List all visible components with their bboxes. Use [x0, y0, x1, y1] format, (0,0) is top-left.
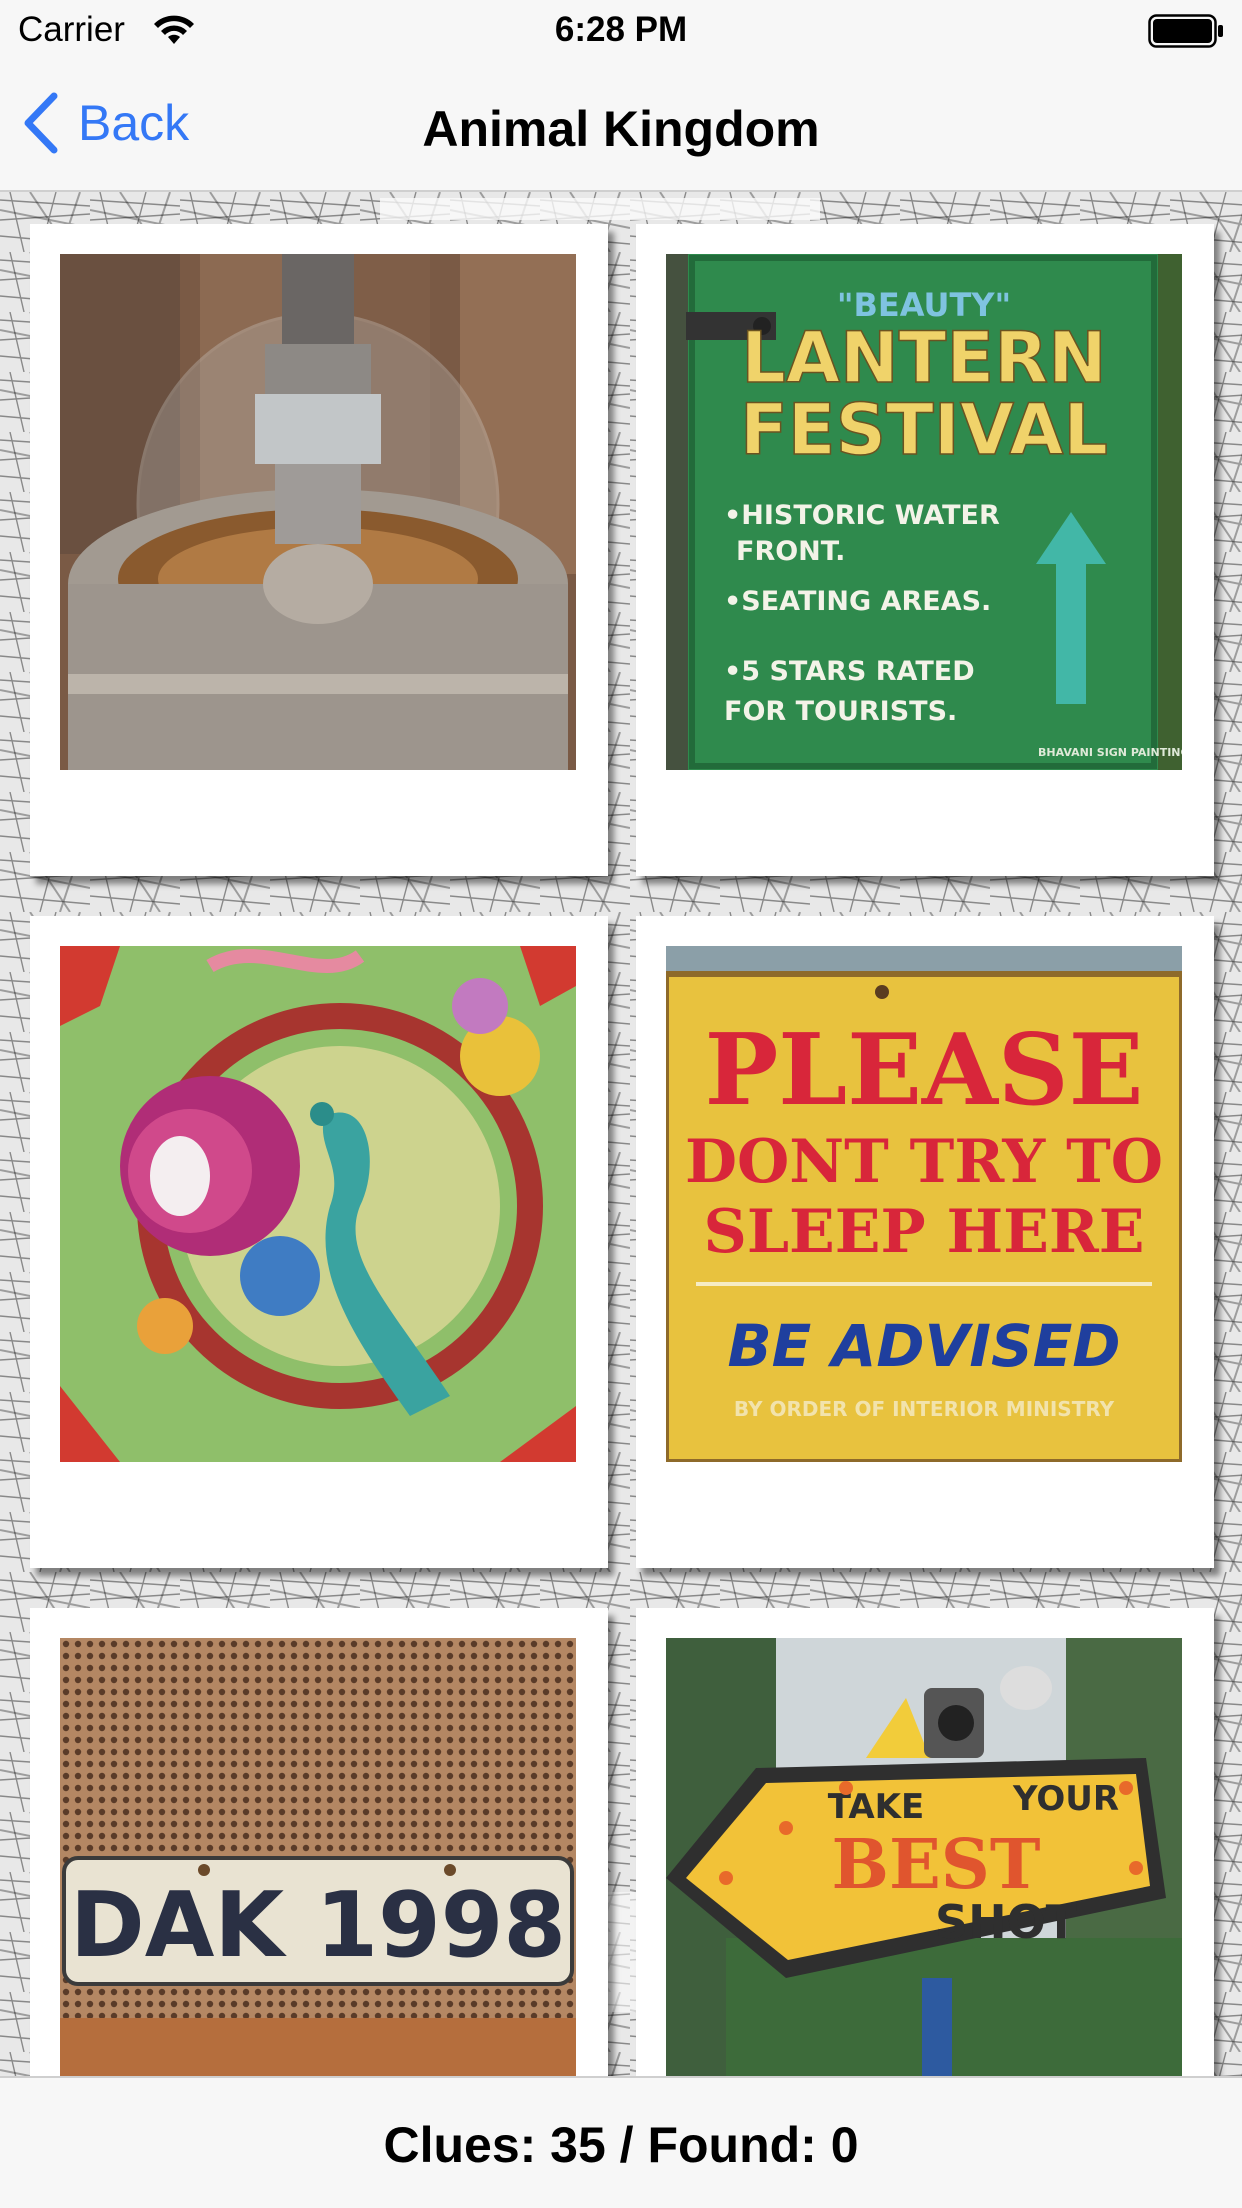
sign-text-shot: SHOT [935, 1895, 1078, 1949]
photo-card[interactable]: TAKE YOUR BEST SHOT [636, 1608, 1214, 2076]
photo-fountain [60, 254, 576, 770]
photo-lantern-festival-sign: "BEAUTY" LANTERN FESTIVAL •HISTORIC WATE… [666, 254, 1182, 770]
photo-card[interactable]: DAK 1998 [30, 1608, 608, 2076]
footer-bar: Clues: 35 / Found: 0 [0, 2076, 1242, 2208]
navigation-bar: Back Animal Kingdom [0, 60, 1242, 192]
sign-text-sleep-here: SLEEP HERE [703, 1197, 1144, 1267]
battery-icon [1148, 14, 1223, 48]
sign-text-line-2: FRONT. [736, 536, 845, 567]
photo-card[interactable]: PLEASE DONT TRY TO SLEEP HERE BE ADVISED… [636, 916, 1214, 1568]
photo-please-sign: PLEASE DONT TRY TO SLEEP HERE BE ADVISED… [666, 946, 1182, 1462]
photo-grid[interactable]: "BEAUTY" LANTERN FESTIVAL •HISTORIC WATE… [0, 192, 1242, 2076]
sign-text-order: BY ORDER OF INTERIOR MINISTRY [734, 1397, 1115, 1421]
sign-text-be-advised: BE ADVISED [727, 1312, 1120, 1380]
status-time: 6:28 PM [554, 10, 688, 49]
sign-text-your: YOUR [1012, 1779, 1119, 1819]
sign-text-line-5: FOR TOURISTS. [724, 696, 957, 727]
photo-card[interactable]: "BEAUTY" LANTERN FESTIVAL •HISTORIC WATE… [636, 224, 1214, 876]
photo-best-shot-sign: TAKE YOUR BEST SHOT [666, 1638, 1182, 2076]
sign-text-line-1: •HISTORIC WATER [724, 500, 1000, 531]
photo-card[interactable] [30, 224, 608, 876]
page-title: Animal Kingdom [422, 101, 820, 157]
clues-status: Clues: 35 / Found: 0 [383, 2117, 859, 2173]
sign-text-painter: BHAVANI SIGN PAINTING [1038, 746, 1182, 759]
photo-license-plate: DAK 1998 [60, 1638, 576, 2076]
photo-card[interactable] [30, 916, 608, 1568]
sign-text-line-4: •5 STARS RATED [724, 656, 975, 687]
photo-peacock-painting [60, 946, 576, 1462]
sign-text-please: PLEASE [705, 1013, 1144, 1128]
sign-text-lantern: LANTERN [741, 317, 1106, 399]
sign-text-line-3: •SEATING AREAS. [724, 586, 991, 617]
sign-text-dont-try: DONT TRY TO [685, 1127, 1163, 1197]
status-bar: Carrier 6:28 PM [0, 0, 1242, 60]
plate-text: DAK 1998 [70, 1873, 566, 1978]
sign-text-best: BEST [831, 1825, 1040, 1905]
sign-text-festival: FESTIVAL [740, 389, 1108, 471]
